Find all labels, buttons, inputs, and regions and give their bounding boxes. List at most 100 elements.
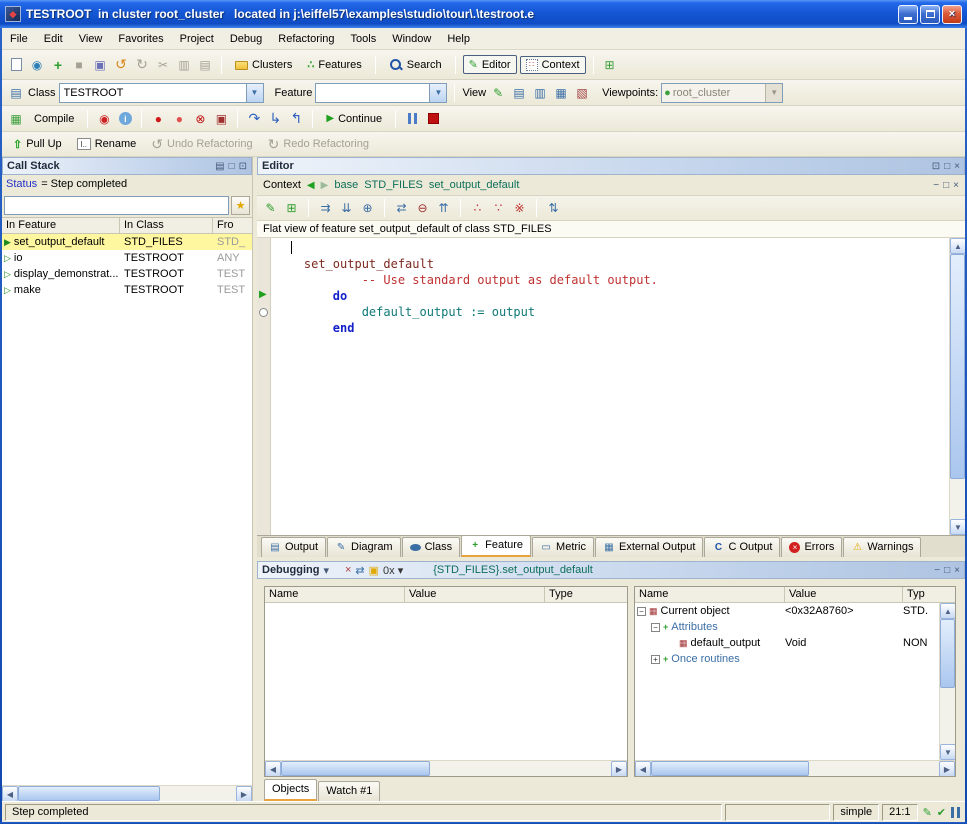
- clickable-view-icon[interactable]: ▤: [510, 84, 528, 102]
- maximize-panel-icon[interactable]: □: [944, 161, 950, 172]
- stop-process-icon[interactable]: ■: [70, 56, 88, 74]
- column-from[interactable]: Fro: [213, 218, 252, 233]
- restore-button[interactable]: [920, 5, 940, 24]
- object-tree-row[interactable]: + + Once routines: [635, 651, 939, 667]
- debugger-header[interactable]: Debugging ▾ × ⇄ ▣ 0x ▾ {STD_FILES}.set_o…: [257, 561, 965, 579]
- editor-toggle-button[interactable]: ✎ Editor: [463, 55, 517, 74]
- scroll-down-icon[interactable]: ▼: [950, 519, 965, 535]
- maximize-pane-icon[interactable]: □: [943, 180, 949, 191]
- scroll-right-icon[interactable]: ▶: [611, 761, 627, 777]
- feature-combobox[interactable]: ▼: [315, 83, 447, 103]
- object-tree-row[interactable]: − ▦ Current object <0x32A8760> STD.: [635, 603, 939, 619]
- float-panel-icon[interactable]: ⊡: [932, 161, 940, 172]
- breadcrumb-feature[interactable]: set_output_default: [429, 179, 520, 191]
- tab-diagram[interactable]: ✎Diagram: [327, 537, 401, 557]
- call-stack-row[interactable]: ▷make TESTROOT TEST: [2, 282, 252, 298]
- call-stack-row[interactable]: ▷io TESTROOT ANY: [2, 250, 252, 266]
- code-text[interactable]: set_output_default -- Use standard outpu…: [271, 238, 949, 535]
- features-button[interactable]: ∴ Features: [301, 55, 367, 74]
- breadcrumb-cluster[interactable]: base: [334, 179, 358, 191]
- column-type[interactable]: Type: [545, 587, 627, 602]
- scroll-right-icon[interactable]: ▶: [939, 761, 955, 777]
- ancestor-versions-icon[interactable]: ⊖: [414, 200, 431, 217]
- menu-file[interactable]: File: [2, 30, 36, 48]
- objects-vscrollbar[interactable]: ▲ ▼: [939, 603, 955, 760]
- scroll-up-icon[interactable]: ▲: [950, 238, 965, 254]
- tab-c-output[interactable]: CC Output: [704, 537, 780, 557]
- pull-up-button[interactable]: ⇧ Pull Up: [7, 135, 68, 154]
- objects-hscrollbar[interactable]: ◀ ▶: [635, 760, 955, 776]
- implementers-icon[interactable]: ⇄: [393, 200, 410, 217]
- callers-icon[interactable]: ⇉: [317, 200, 334, 217]
- collapse-icon[interactable]: −: [637, 607, 646, 616]
- search-button[interactable]: Search: [383, 55, 448, 75]
- tab-external-output[interactable]: ▦External Output: [595, 537, 703, 557]
- menu-project[interactable]: Project: [172, 30, 222, 48]
- column-in-feature[interactable]: In Feature: [2, 218, 120, 233]
- contract-view-icon[interactable]: ▦: [552, 84, 570, 102]
- menu-help[interactable]: Help: [439, 30, 478, 48]
- scroll-thumb[interactable]: [18, 786, 160, 801]
- clusters-button[interactable]: Clusters: [229, 56, 298, 74]
- add-item-icon[interactable]: +: [49, 56, 67, 74]
- watch-empty-area[interactable]: [265, 603, 627, 760]
- exchange-view-icon[interactable]: ⇄: [355, 564, 364, 577]
- tab-class[interactable]: Class: [402, 537, 461, 557]
- menu-edit[interactable]: Edit: [36, 30, 71, 48]
- suppliers-icon[interactable]: ※: [511, 200, 528, 217]
- class-input[interactable]: [60, 85, 246, 101]
- feature-dropdown-icon[interactable]: ▼: [429, 84, 446, 102]
- scroll-thumb[interactable]: [651, 761, 809, 776]
- call-stack-header[interactable]: Call Stack ▤ □ ⊡: [2, 157, 252, 175]
- ancestors-icon[interactable]: ∴: [469, 200, 486, 217]
- scroll-left-icon[interactable]: ◀: [2, 786, 18, 802]
- menu-favorites[interactable]: Favorites: [110, 30, 171, 48]
- descendant-versions-icon[interactable]: ⇈: [435, 200, 452, 217]
- new-file-icon[interactable]: [7, 56, 25, 74]
- open-file-icon[interactable]: ◉: [28, 56, 46, 74]
- scroll-thumb[interactable]: [281, 761, 430, 776]
- history-forward-button[interactable]: ▶: [321, 180, 329, 191]
- editor-gutter[interactable]: ▶: [257, 238, 271, 535]
- menu-refactoring[interactable]: Refactoring: [270, 30, 342, 48]
- ignore-breakpoints-icon[interactable]: ◉: [95, 110, 113, 128]
- expand-icon[interactable]: +: [651, 655, 660, 664]
- stack-depth-input[interactable]: [4, 196, 229, 215]
- stop-debug-button[interactable]: [424, 110, 442, 128]
- call-stack-hscrollbar[interactable]: ◀ ▶: [2, 785, 252, 801]
- assigners-icon[interactable]: ⊕: [359, 200, 376, 217]
- close-button[interactable]: ×: [942, 5, 962, 24]
- editor-header[interactable]: Editor ⊡ □ ×: [257, 157, 965, 175]
- menu-view[interactable]: View: [71, 30, 111, 48]
- scroll-left-icon[interactable]: ◀: [265, 761, 281, 777]
- continue-button[interactable]: ▶ Continue: [320, 110, 388, 128]
- tab-feature[interactable]: +Feature: [461, 535, 531, 557]
- copy-icon[interactable]: ▥: [175, 56, 193, 74]
- sync-context-icon[interactable]: ⇅: [545, 200, 562, 217]
- close-pane-icon[interactable]: ×: [954, 565, 960, 576]
- undo-refactoring-button[interactable]: ↺ Undo Refactoring: [145, 133, 258, 156]
- pause-button[interactable]: [403, 110, 421, 128]
- close-view-icon[interactable]: ×: [345, 564, 351, 576]
- viewpoints-dropdown-icon[interactable]: ▼: [765, 84, 782, 102]
- class-combobox[interactable]: ▼: [59, 83, 264, 103]
- step-out-icon[interactable]: ↰: [287, 110, 305, 128]
- editor-vscrollbar[interactable]: ▲ ▼: [949, 238, 965, 535]
- remove-breakpoints-icon[interactable]: ⊗: [191, 110, 209, 128]
- scroll-track[interactable]: [940, 619, 955, 744]
- tab-objects[interactable]: Objects: [264, 779, 317, 801]
- compile-button[interactable]: Compile: [28, 110, 80, 128]
- feature-input[interactable]: [316, 85, 429, 101]
- enable-breakpoints-icon[interactable]: ●: [149, 110, 167, 128]
- breakpoint-slot-icon[interactable]: [259, 308, 268, 317]
- interface-view-icon[interactable]: ▧: [573, 84, 591, 102]
- descendants-icon[interactable]: ∵: [490, 200, 507, 217]
- minimize-pane-icon[interactable]: −: [933, 180, 939, 191]
- watch-tool-icon[interactable]: ▣: [369, 564, 379, 577]
- watch-hscrollbar[interactable]: ◀ ▶: [265, 760, 627, 776]
- tab-errors[interactable]: ×Errors: [781, 537, 842, 557]
- scroll-right-icon[interactable]: ▶: [236, 786, 252, 802]
- scroll-left-icon[interactable]: ◀: [635, 761, 651, 777]
- call-stack-row[interactable]: ▶set_output_default STD_FILES STD_: [2, 234, 252, 250]
- stack-options-button[interactable]: ★: [231, 196, 250, 215]
